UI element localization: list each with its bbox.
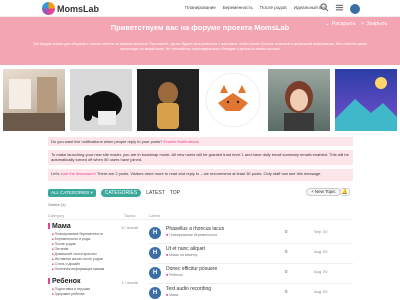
new-topic-label: New Topic [314, 189, 336, 194]
topic-time: Aug '20 [314, 269, 328, 274]
welcome-banner: Приветствуем вас на форуме проекта MomsL… [0, 17, 400, 65]
avatar[interactable]: H [149, 247, 161, 259]
gloved-hand-photo[interactable] [70, 69, 132, 131]
start-discussion-link[interactable]: start the discussion! [60, 171, 95, 176]
notifications-bell-button[interactable]: 🔔 [340, 188, 350, 196]
fox-illustration[interactable] [202, 69, 264, 131]
topic-time: Aug '20 [314, 289, 328, 294]
header-divider [48, 219, 353, 220]
bootstrap-mode-notice: To make launching your new site easier, … [48, 150, 353, 165]
chevron-down-icon: ▾ [90, 190, 93, 195]
topic-title[interactable]: Phasellus a rhoncus lacus [166, 226, 224, 232]
nav-item-pregnancy[interactable]: Беременность [223, 5, 253, 10]
placeholder-image[interactable] [335, 69, 397, 131]
topic-category[interactable]: Мамы на заметку [166, 253, 197, 257]
banner-close-label: Закрыть [366, 21, 388, 27]
notification-prompt-text: Do you want live notifications when peop… [51, 139, 163, 144]
topic-nav-tabs: ALL CATEGORIES ▾ CATEGORIES LATEST TOP [48, 189, 180, 197]
topic-row[interactable]: H Donec efficitur posuere Ребенок 0 Aug … [149, 264, 353, 282]
menu-icon[interactable] [335, 3, 344, 14]
bootstrap-mode-text: To make launching your new site easier, … [51, 152, 349, 162]
topic-reply-count: 0 [285, 249, 288, 254]
bell-icon: 🔔 [341, 189, 349, 195]
banner-expand-label: Раскрыть [331, 21, 356, 27]
topic-title[interactable]: Donec efficitur posuere [166, 266, 217, 272]
avatar[interactable]: H [149, 267, 161, 279]
logo-icon [42, 2, 55, 15]
enable-notifications-link[interactable]: Enable Notifications [164, 139, 199, 144]
online-users[interactable]: Online (1) [48, 202, 66, 207]
start-discussion-notice: Let's start the discussion! There are 2 … [48, 169, 353, 181]
header-icons [320, 3, 360, 14]
all-categories-dropdown[interactable]: ALL CATEGORIES ▾ [48, 189, 96, 197]
banner-close-button[interactable]: × Закрыть [361, 21, 387, 27]
topics-column-header: Topics [124, 213, 136, 218]
topic-row[interactable]: H Phasellus a rhoncus lacus Планирование… [149, 224, 353, 242]
banner-text: Это форум-сервис для общения и поиска от… [33, 42, 367, 51]
subcategory-list: Подготовка и игрушки Здоровье ребенка [48, 287, 138, 297]
topic-title[interactable]: Test audio recording [166, 286, 211, 292]
all-categories-label: ALL CATEGORIES [51, 190, 90, 195]
category-item-mama[interactable]: Мама 5 / month Планирование беременности… [48, 223, 138, 272]
tab-categories[interactable]: CATEGORIES [100, 189, 142, 197]
subcategory-list: Планирование беременности Беременность и… [48, 232, 138, 272]
logo[interactable]: MomsLab [42, 2, 99, 15]
notification-prompt: Do you want live notifications when peop… [48, 137, 353, 146]
topic-title[interactable]: Ut et nunc aliquet [166, 246, 205, 252]
figurine-photo[interactable] [137, 69, 199, 131]
user-avatar[interactable] [350, 3, 360, 14]
topic-reply-count: 0 [285, 289, 288, 294]
category-item-rebenok[interactable]: Ребенок 1 / month Подготовка и игрушки З… [48, 278, 138, 297]
topic-time: Sep '20 [314, 229, 328, 234]
site-header: MomsLab Планирование Беременность После … [0, 0, 400, 17]
subcategory-item[interactable]: Здоровье ребенка [52, 292, 138, 297]
tab-latest[interactable]: LATEST [146, 190, 165, 196]
chevron-down-icon: ⌄ [325, 21, 330, 27]
topic-reply-count: 0 [285, 229, 288, 234]
cartoon-girl-illustration[interactable] [268, 69, 330, 131]
banner-expand-button[interactable]: ⌄ Раскрыть [325, 21, 356, 27]
avatar[interactable]: H [149, 227, 161, 239]
topic-reply-count: 0 [285, 269, 288, 274]
start-discussion-pre: Let's [51, 171, 60, 176]
category-meta: 1 / month [121, 280, 138, 285]
topic-time: Aug '20 [314, 249, 328, 254]
close-icon: × [361, 21, 365, 27]
avatar[interactable]: H [149, 287, 161, 299]
latest-column-header: Latest [149, 213, 160, 218]
topic-category[interactable]: Ребенок [166, 273, 182, 277]
topic-row[interactable]: H Ut et nunc aliquet Мамы на заметку 0 A… [149, 244, 353, 262]
plus-icon: + [311, 189, 314, 194]
start-discussion-post: There are 2 posts. Visitors need more to… [96, 171, 322, 176]
new-topic-button[interactable]: + New Topic [306, 188, 341, 196]
kitchen-photo[interactable] [3, 69, 65, 131]
nav-item-planning[interactable]: Планирование [185, 5, 216, 10]
category-list: Мама 5 / month Планирование беременности… [48, 223, 138, 297]
tab-top[interactable]: TOP [170, 190, 180, 196]
image-gallery [0, 69, 400, 131]
search-icon[interactable] [320, 3, 329, 14]
logo-text: MomsLab [57, 3, 100, 14]
category-meta: 5 / month [121, 225, 138, 230]
topic-category[interactable]: Планирование беременности [166, 233, 217, 237]
main-nav: Планирование Беременность После родов Ид… [185, 5, 326, 10]
category-column-header: Category [48, 213, 65, 218]
subcategory-item[interactable]: Полезная информация мамам [52, 267, 138, 272]
nav-item-after-birth[interactable]: После родов [260, 5, 287, 10]
topic-row[interactable]: H Test audio recording Мама 0 Aug '20 [149, 284, 353, 300]
topic-category[interactable]: Мама [166, 293, 178, 297]
